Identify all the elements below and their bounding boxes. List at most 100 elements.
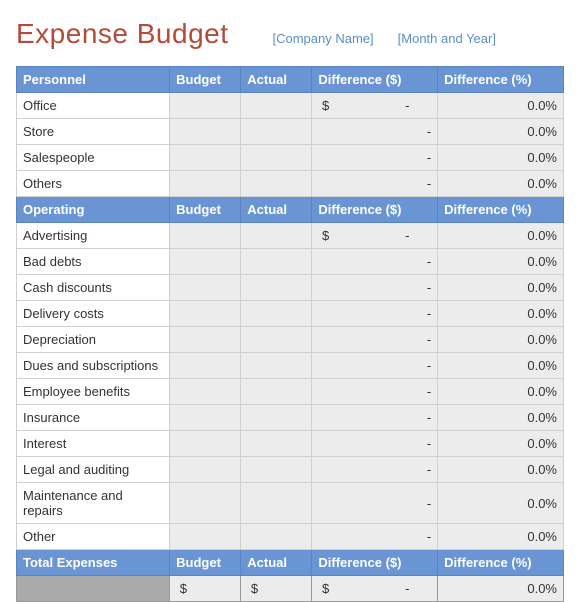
row-label: Office: [17, 93, 170, 119]
actual-cell[interactable]: [241, 483, 312, 524]
diff-pct-cell: 0.0%: [438, 405, 564, 431]
row-label: Employee benefits: [17, 379, 170, 405]
diff-pct-cell: 0.0%: [438, 301, 564, 327]
table-row: Maintenance and repairs-0.0%: [17, 483, 564, 524]
diff-pct-cell: 0.0%: [438, 327, 564, 353]
diff-dollar-cell: $ -: [312, 93, 438, 119]
col-actual: Actual: [241, 550, 312, 576]
row-label: Advertising: [17, 223, 170, 249]
budget-cell[interactable]: [170, 405, 241, 431]
diff-pct-cell: 0.0%: [438, 353, 564, 379]
budget-cell[interactable]: [170, 171, 241, 197]
actual-cell[interactable]: [241, 379, 312, 405]
col-actual: Actual: [241, 67, 312, 93]
actual-cell[interactable]: [241, 431, 312, 457]
total-budget: $: [170, 576, 241, 602]
col-diff-dollar: Difference ($): [312, 197, 438, 223]
actual-cell[interactable]: [241, 327, 312, 353]
budget-cell[interactable]: [170, 353, 241, 379]
document-header: Expense Budget [Company Name] [Month and…: [16, 18, 564, 50]
diff-dollar-cell: -: [312, 431, 438, 457]
diff-dollar-cell: -: [312, 301, 438, 327]
col-diff-dollar: Difference ($): [312, 550, 438, 576]
row-label: Insurance: [17, 405, 170, 431]
table-row: Interest -0.0%: [17, 431, 564, 457]
col-budget: Budget: [170, 550, 241, 576]
document-title: Expense Budget: [16, 18, 229, 50]
total-label: [17, 576, 170, 602]
actual-cell[interactable]: [241, 301, 312, 327]
actual-cell[interactable]: [241, 223, 312, 249]
table-row: Bad debts -0.0%: [17, 249, 564, 275]
actual-cell[interactable]: [241, 275, 312, 301]
diff-pct-cell: 0.0%: [438, 119, 564, 145]
diff-dollar-cell: -: [312, 379, 438, 405]
diff-pct-cell: 0.0%: [438, 249, 564, 275]
budget-cell[interactable]: [170, 223, 241, 249]
actual-cell[interactable]: [241, 457, 312, 483]
budget-cell[interactable]: [170, 275, 241, 301]
col-diff-pct: Difference (%): [438, 67, 564, 93]
diff-pct-cell: 0.0%: [438, 223, 564, 249]
actual-cell[interactable]: [241, 524, 312, 550]
diff-pct-cell: 0.0%: [438, 431, 564, 457]
budget-cell[interactable]: [170, 145, 241, 171]
table-row: Delivery costs -0.0%: [17, 301, 564, 327]
diff-pct-cell: 0.0%: [438, 171, 564, 197]
table-row: Depreciation -0.0%: [17, 327, 564, 353]
budget-cell[interactable]: [170, 379, 241, 405]
budget-cell[interactable]: [170, 483, 241, 524]
diff-pct-cell: 0.0%: [438, 275, 564, 301]
diff-pct-cell: 0.0%: [438, 145, 564, 171]
col-diff-pct: Difference (%): [438, 550, 564, 576]
diff-dollar-cell: -: [312, 171, 438, 197]
budget-cell[interactable]: [170, 119, 241, 145]
budget-cell[interactable]: [170, 93, 241, 119]
diff-dollar-cell: -: [312, 119, 438, 145]
actual-cell[interactable]: [241, 405, 312, 431]
diff-dollar-cell: $ -: [312, 223, 438, 249]
actual-cell[interactable]: [241, 171, 312, 197]
diff-dollar-cell: -: [312, 249, 438, 275]
row-label: Depreciation: [17, 327, 170, 353]
table-row: Employee benefits -0.0%: [17, 379, 564, 405]
actual-cell[interactable]: [241, 93, 312, 119]
diff-pct-cell: 0.0%: [438, 524, 564, 550]
month-year-placeholder[interactable]: [Month and Year]: [398, 31, 496, 46]
diff-dollar-cell: -: [312, 353, 438, 379]
actual-cell[interactable]: [241, 353, 312, 379]
col-diff-pct: Difference (%): [438, 197, 564, 223]
row-label: Delivery costs: [17, 301, 170, 327]
section-name: Personnel: [17, 67, 170, 93]
row-label: Bad debts: [17, 249, 170, 275]
col-budget: Budget: [170, 67, 241, 93]
actual-cell[interactable]: [241, 119, 312, 145]
diff-dollar-cell: -: [312, 145, 438, 171]
table-row: Dues and subscriptions -0.0%: [17, 353, 564, 379]
actual-cell[interactable]: [241, 249, 312, 275]
total-diff-pct: 0.0%: [438, 576, 564, 602]
section-name: Operating: [17, 197, 170, 223]
budget-cell[interactable]: [170, 457, 241, 483]
budget-cell[interactable]: [170, 431, 241, 457]
diff-pct-cell: 0.0%: [438, 379, 564, 405]
diff-pct-cell: 0.0%: [438, 483, 564, 524]
budget-cell[interactable]: [170, 524, 241, 550]
budget-cell[interactable]: [170, 327, 241, 353]
row-label: Cash discounts: [17, 275, 170, 301]
budget-cell[interactable]: [170, 249, 241, 275]
expense-table: PersonnelBudgetActualDifference ($)Diffe…: [16, 66, 564, 602]
diff-dollar-cell: -: [312, 327, 438, 353]
row-label: Maintenance and repairs: [17, 483, 170, 524]
total-diff-dollar: $ -: [312, 576, 438, 602]
table-row: Cash discounts -0.0%: [17, 275, 564, 301]
actual-cell[interactable]: [241, 145, 312, 171]
row-label: Interest: [17, 431, 170, 457]
company-name-placeholder[interactable]: [Company Name]: [273, 31, 374, 46]
row-label: Dues and subscriptions: [17, 353, 170, 379]
diff-pct-cell: 0.0%: [438, 93, 564, 119]
total-row: $ $ $ -0.0%: [17, 576, 564, 602]
diff-dollar-cell: -: [312, 275, 438, 301]
budget-cell[interactable]: [170, 301, 241, 327]
total-actual: $: [241, 576, 312, 602]
